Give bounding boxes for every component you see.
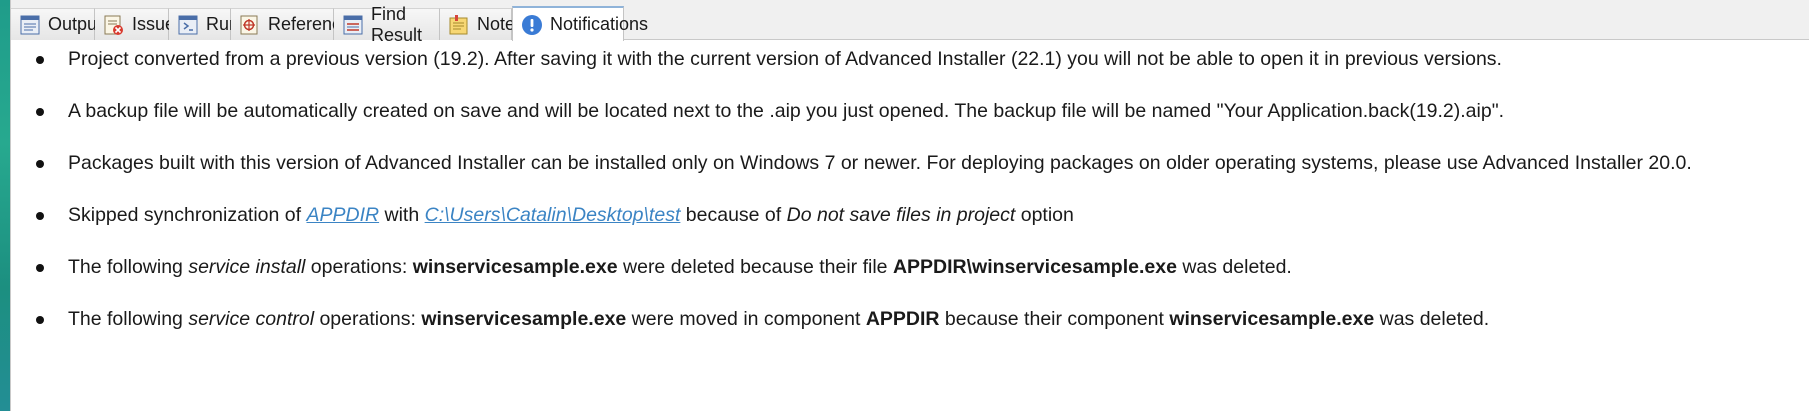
- issues-icon: [102, 13, 126, 37]
- operation-type: service install: [188, 256, 306, 278]
- file-name: winservicesample.exe: [412, 256, 618, 278]
- notes-icon: [447, 13, 471, 37]
- bullet: [36, 56, 44, 64]
- operation-type: service control: [188, 308, 315, 330]
- text-segment: The following: [68, 256, 189, 278]
- tab-find-result[interactable]: Find Result: [334, 4, 440, 45]
- notification-text: The following service control operations…: [68, 308, 1489, 331]
- appdir-link[interactable]: APPDIR: [306, 204, 379, 226]
- bottom-panel-tab-bar: Output Issues Run References Find Result…: [11, 0, 1809, 45]
- text-segment: was deleted.: [1374, 308, 1490, 330]
- option-name: Do not save files in project: [786, 204, 1016, 226]
- tab-issues[interactable]: Issues: [95, 8, 184, 40]
- folder-path-link[interactable]: C:\Users\Catalin\Desktop\test: [425, 204, 681, 226]
- tab-notes[interactable]: Notes: [440, 8, 524, 40]
- find-result-icon: [341, 13, 365, 37]
- notification-item: Skipped synchronization of APPDIR with C…: [11, 201, 1809, 231]
- tab-notifications-label: Notifications: [550, 14, 649, 34]
- text-segment: Skipped synchronization of: [68, 204, 307, 226]
- file-name: winservicesample.exe: [421, 308, 627, 330]
- text-segment: because of: [680, 204, 787, 226]
- run-icon: [176, 13, 200, 37]
- notification-text: A backup file will be automatically crea…: [68, 100, 1505, 122]
- text-segment: The following: [68, 308, 189, 330]
- bullet: [36, 160, 44, 168]
- text-segment: was deleted.: [1176, 256, 1292, 278]
- bullet: [36, 316, 44, 324]
- text-segment: because their component: [939, 308, 1170, 330]
- notifications-panel: Project converted from a previous versio…: [11, 41, 1809, 411]
- notification-item: The following service install operations…: [11, 253, 1809, 283]
- text-segment: operations:: [305, 256, 413, 278]
- tab-find-result-label: Find Result: [371, 3, 423, 45]
- tab-output[interactable]: Output: [11, 8, 102, 40]
- tab-run[interactable]: Run: [169, 8, 239, 40]
- notification-item: Project converted from a previous versio…: [11, 45, 1809, 75]
- component-name: APPDIR: [865, 308, 940, 330]
- references-icon: [238, 13, 262, 37]
- tab-notifications[interactable]: Notifications: [512, 6, 648, 41]
- bullet: [36, 264, 44, 272]
- notification-text: The following service install operations…: [68, 256, 1292, 279]
- notification-item: The following service control operations…: [11, 305, 1809, 335]
- notification-item: Packages built with this version of Adva…: [11, 149, 1809, 179]
- text-segment: were deleted because their file: [617, 256, 893, 278]
- notification-item: A backup file will be automatically crea…: [11, 97, 1809, 127]
- notification-text: Project converted from a previous versio…: [68, 48, 1502, 70]
- bullet: [36, 108, 44, 116]
- output-icon: [18, 13, 42, 37]
- text-segment: were moved in component: [626, 308, 866, 330]
- text-segment: with: [379, 204, 425, 226]
- bullet: [36, 212, 44, 220]
- text-segment: operations:: [314, 308, 422, 330]
- notification-text: Skipped synchronization of APPDIR with C…: [68, 204, 1074, 227]
- notifications-icon: [520, 13, 544, 37]
- file-path: APPDIR\winservicesample.exe: [892, 256, 1177, 278]
- desktop-edge: [0, 0, 11, 411]
- tab-references[interactable]: References: [231, 8, 360, 40]
- notification-text: Packages built with this version of Adva…: [68, 152, 1692, 174]
- component-name: winservicesample.exe: [1169, 308, 1375, 330]
- tab-output-label: Output: [48, 14, 103, 34]
- text-segment: option: [1015, 204, 1074, 226]
